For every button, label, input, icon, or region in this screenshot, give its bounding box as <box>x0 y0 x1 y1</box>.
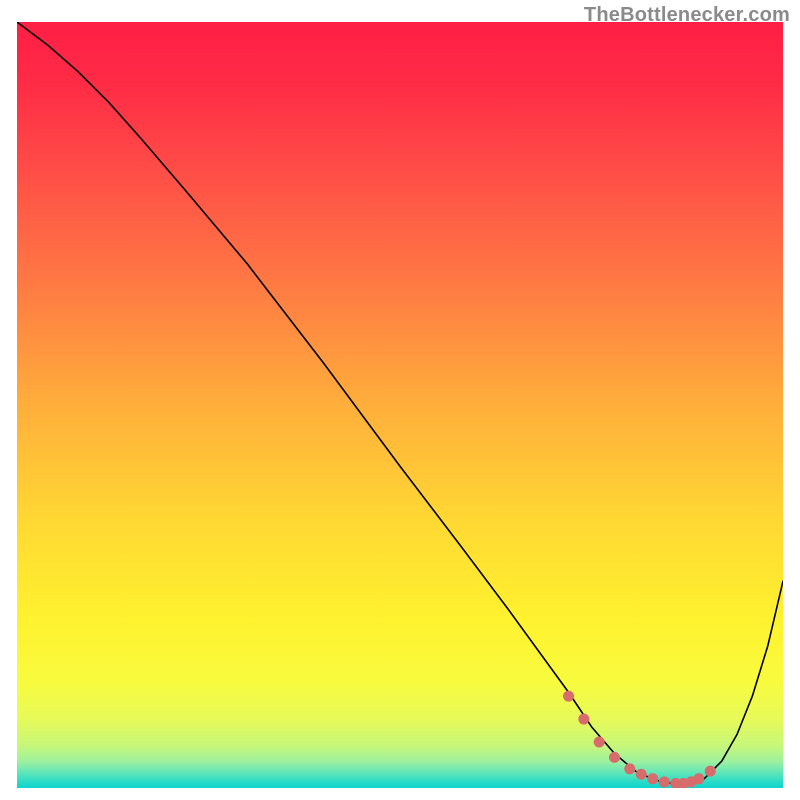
chart-area <box>17 22 783 788</box>
chart-background <box>17 22 783 788</box>
marker-point <box>705 766 716 777</box>
marker-point <box>659 776 670 787</box>
marker-point <box>594 737 605 748</box>
marker-point <box>578 714 589 725</box>
marker-point <box>624 763 635 774</box>
marker-point <box>636 769 647 780</box>
marker-point <box>693 773 704 784</box>
marker-point <box>647 773 658 784</box>
marker-point <box>563 691 574 702</box>
chart-svg <box>17 22 783 788</box>
marker-point <box>609 752 620 763</box>
chart-root: TheBottlenecker.com <box>0 0 800 800</box>
